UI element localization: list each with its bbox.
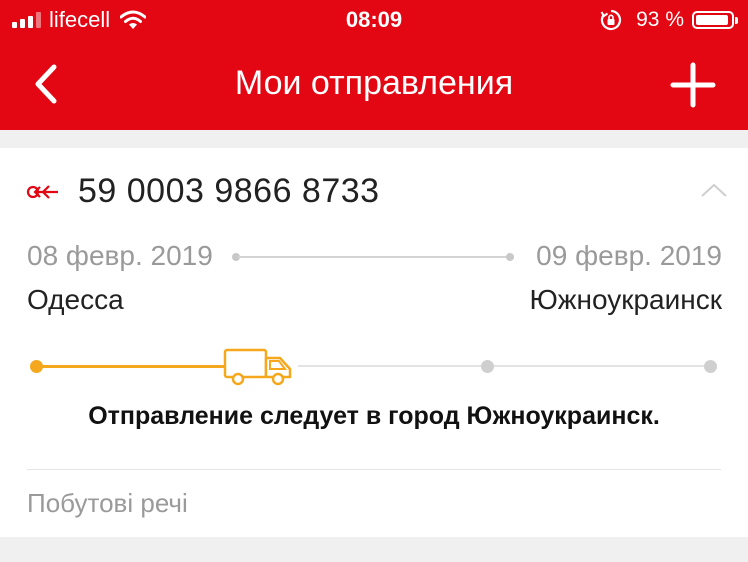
destination-city: Южноукраинск <box>529 284 723 315</box>
shipment-card[interactable]: 59 0003 9866 8733 08 февр. 2019 09 февр.… <box>0 148 748 537</box>
battery-icon <box>692 11 738 29</box>
orientation-lock-icon <box>600 9 622 31</box>
plus-icon <box>670 62 716 108</box>
incoming-arrow-icon <box>26 180 60 204</box>
progress-start-dot <box>30 360 43 373</box>
progress-completed-line <box>38 365 224 368</box>
chevron-up-icon[interactable] <box>700 182 728 198</box>
navigation-bar: Мои отправления <box>0 40 748 130</box>
tracking-number: 59 0003 9866 8733 <box>78 172 380 210</box>
progress-remaining-line <box>298 365 708 367</box>
progress-stage-dot <box>481 360 494 373</box>
add-shipment-button[interactable] <box>668 60 718 110</box>
status-bar-right: 93 % <box>600 6 738 34</box>
shipment-status: Отправление следует в город Южноукраинск… <box>88 402 660 430</box>
shipment-description: Побутові речі <box>27 488 188 518</box>
arrival-date: 09 февр. 2019 <box>536 240 722 271</box>
truck-icon <box>223 348 292 386</box>
date-range-end-dot <box>506 253 514 261</box>
delivery-progress <box>28 348 720 388</box>
divider <box>27 469 721 470</box>
status-bar: lifecell 08:09 93 % <box>0 0 748 40</box>
departure-date: 08 февр. 2019 <box>27 240 213 271</box>
progress-end-dot <box>704 360 717 373</box>
battery-percentage: 93 % <box>636 8 684 31</box>
date-range-line <box>238 256 514 258</box>
page-title: Мои отправления <box>234 64 514 102</box>
origin-city: Одесса <box>27 284 124 315</box>
